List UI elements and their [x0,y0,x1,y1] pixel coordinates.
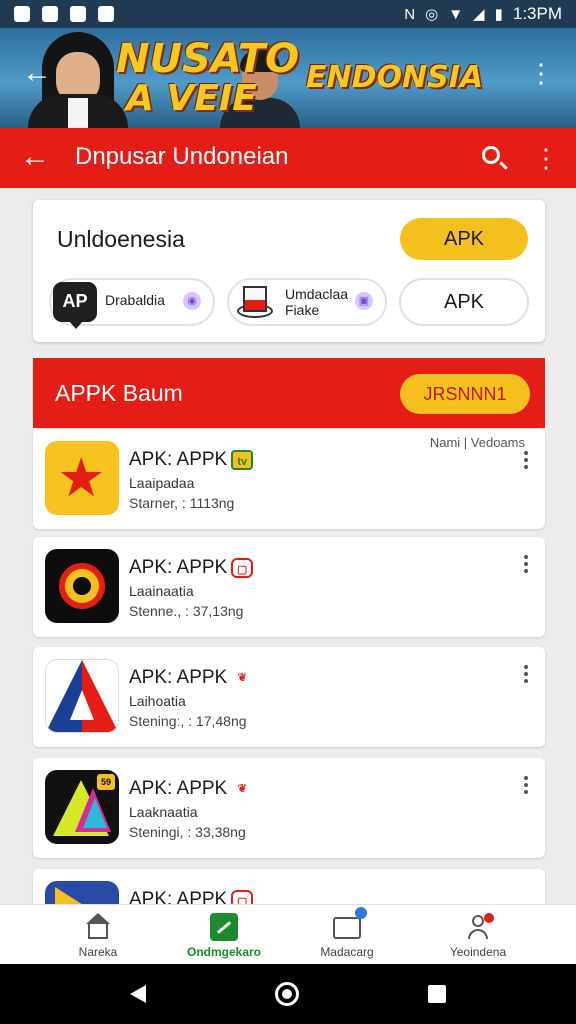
info-card: Unldoenesia APK AP Drabaldia ◉ Umdaclaa … [33,200,545,342]
app-icon-target [45,549,119,623]
red-badge-icon: ▢ [231,557,254,578]
section-action-button[interactable]: JRSNNN1 [400,374,530,414]
app-name: APK: APPK ▢ [129,557,254,579]
chip-label: Drabaldia [105,292,165,308]
chip-apk[interactable]: APK [399,278,529,326]
sort-label: Nami | Vedoams [429,435,525,450]
banner-title-line2: A VEIE [126,78,257,119]
chip-label: Umdaclaa Fiake [285,286,349,318]
app-meta: Stenne., : 37,13ng [129,603,244,619]
signal-icon: ◢ [473,6,485,23]
app-bar: ← Dnpusar Undoneian ⋮ [0,128,576,188]
status-time: 1:3PM [512,4,562,23]
chip-badge-icon: ◉ [183,292,201,310]
bottom-navigation: Nareka Ondmgekaro Madacarg Yeoindena [0,904,576,964]
leaf-badge-icon: ❦ [237,671,247,684]
app-icon-a-logo [45,659,119,733]
list-item[interactable]: APK: APPK ❦ Laihoatia Steningː, : 17,48ng [33,647,545,747]
app-meta: Steningː, : 17,48ng [129,713,247,729]
more-options-icon[interactable] [519,665,533,689]
ap-app-icon: AP [53,282,97,329]
app-icon-triangle-colors: 59 [45,770,119,844]
section-header: APPK Baum JRSNNN1 [33,358,545,428]
notification-icon [70,6,86,22]
banner-title-line1: NUSATO [116,36,300,82]
app-category: Laainaatia [129,583,194,599]
nav-label: Nareka [78,945,118,959]
more-options-icon[interactable] [519,776,533,800]
system-home-icon[interactable] [275,982,299,1006]
app-category: Laaknaatia [129,804,198,820]
banner-more-icon[interactable]: ⋮ [528,58,554,88]
nav-label: Madacarg [320,945,374,959]
app-category: Laihoatia [129,693,186,709]
leaf-badge-icon: ❦ [237,782,247,795]
nav-item-nareka[interactable]: Nareka [26,905,170,965]
list-item[interactable]: 59 APK: APPK ❦ Laaknaatia Steningi, : 33,… [33,758,545,858]
notification-icon [14,6,30,22]
nav-item-madacarg[interactable]: Madacarg [275,905,419,965]
list-item[interactable]: ★ APK: APPK tv Laaipadaa Starner, : 1113n… [33,429,545,529]
app-meta: Starner, : 1113ng [129,495,235,511]
app-icon-star: ★ [45,441,119,515]
section-title: APPK Baum [55,380,183,406]
nav-item-yeoindena[interactable]: Yeoindena [406,905,550,965]
box-app-icon [235,282,275,322]
app-meta: Steningi, : 33,38ng [129,824,246,840]
app-category: Laaipadaa [129,475,195,491]
screen: N ◎ ▼ ◢ ▮ 1:3PM NUSATO A VEIE ENDONSIA ←… [0,0,576,1024]
nfc-icon: N [404,5,416,23]
home-icon [84,913,112,941]
media-icon [333,907,367,941]
info-card-title: Unldoenesia [57,226,185,252]
wifi-icon: ▼ [448,5,464,23]
notification-icon [98,6,114,22]
system-navigation-bar [0,964,576,1024]
profile-icon [464,913,494,941]
apps-icon [210,913,238,941]
app-name: APK: APPK tv [129,449,254,471]
page-title: Dnpusar Undoneian [75,143,289,170]
system-back-icon[interactable] [130,985,146,1003]
tv-badge-icon: tv [231,449,254,470]
more-options-icon[interactable] [519,451,533,475]
status-bar: N ◎ ▼ ◢ ▮ 1:3PM [0,0,576,28]
more-options-icon[interactable]: ⋮ [532,140,560,176]
back-arrow-icon[interactable]: ← [20,138,50,176]
list-item[interactable]: APK: APPK ▢ Laainaatia Stenne., : 37,13ng [33,537,545,637]
apk-button[interactable]: APK [400,218,528,260]
notification-icon [42,6,58,22]
header-banner: NUSATO A VEIE ENDONSIA ← ⋮ [0,28,576,128]
chip-badge-icon: ▣ [355,292,373,310]
app-name: APK: APPK ❦ [129,778,253,800]
chip-drabaldia[interactable]: AP Drabaldia ◉ [49,278,215,329]
system-recents-icon[interactable] [428,985,446,1003]
more-options-icon[interactable] [519,555,533,579]
banner-title-right: ENDONSIA [306,60,484,95]
app-name: APK: APPK ❦ [129,667,253,689]
battery-icon: ▮ [494,6,503,23]
search-icon[interactable] [474,140,510,176]
notification-icons [14,6,114,22]
banner-back-arrow-icon[interactable]: ← [22,58,52,88]
alarm-icon: ◎ [425,6,439,23]
chip-umdaclaa[interactable]: Umdaclaa Fiake ▣ [227,278,387,326]
nav-label: Yeoindena [449,945,507,959]
